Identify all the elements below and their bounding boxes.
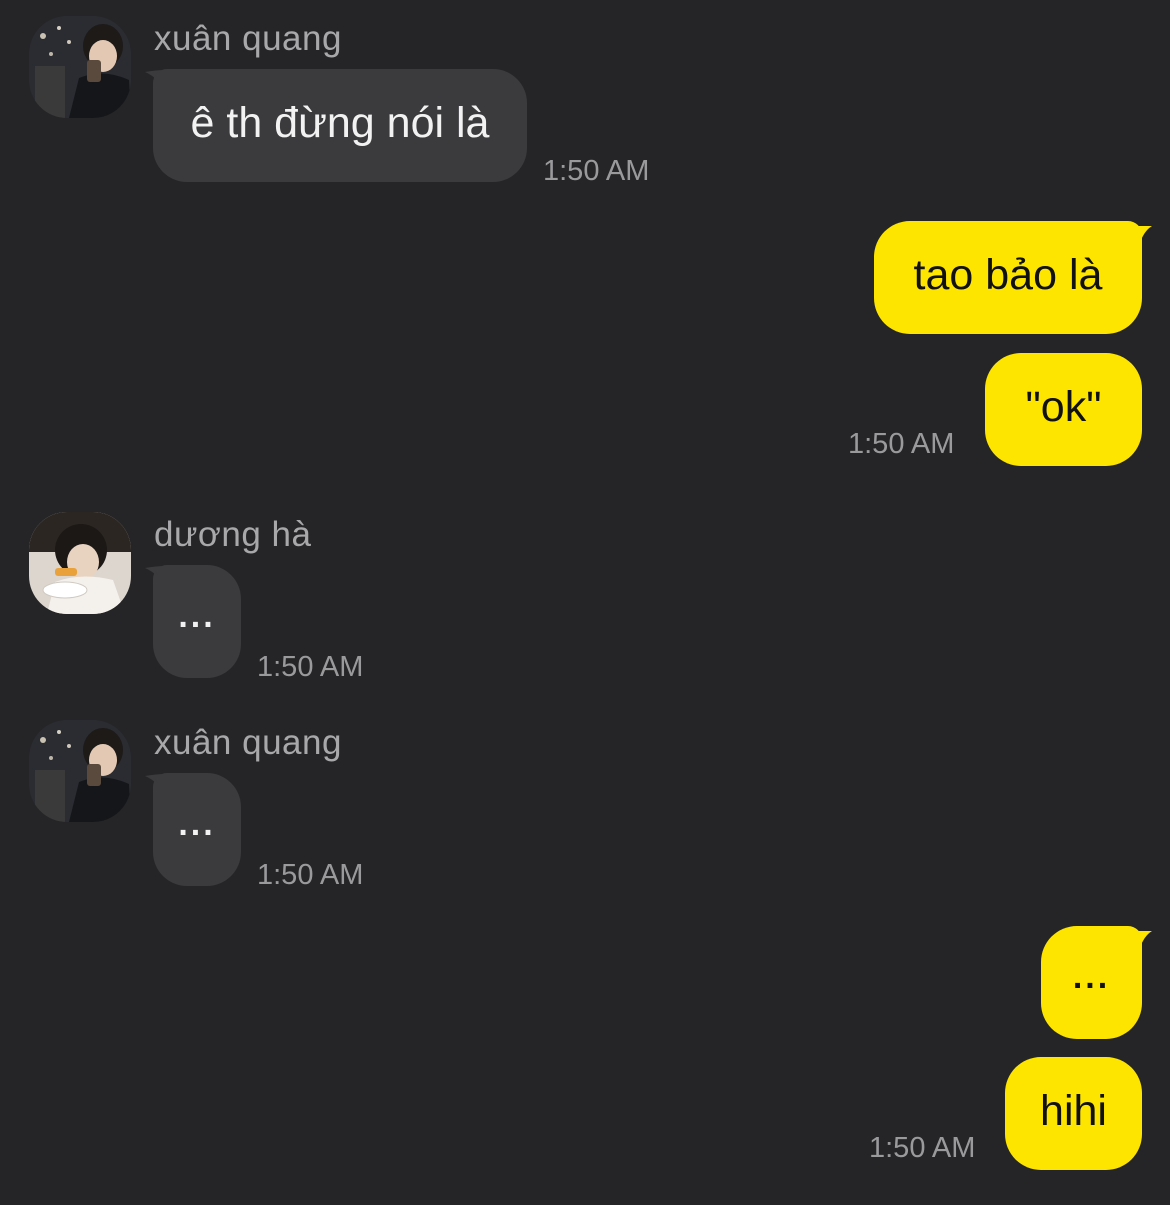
user-avatar-icon bbox=[29, 512, 131, 614]
message-text: tao bảo là bbox=[913, 251, 1103, 299]
avatar-xuan-quang[interactable] bbox=[29, 720, 131, 822]
avatar-duong-ha[interactable] bbox=[29, 512, 131, 614]
message-text: ... bbox=[1072, 957, 1111, 996]
message-timestamp: 1:50 AM bbox=[543, 155, 650, 187]
message-bubble[interactable]: ... bbox=[153, 565, 241, 678]
message-bubble[interactable]: ê th đừng nói là bbox=[153, 69, 527, 182]
message-text: hihi bbox=[1040, 1087, 1107, 1135]
message-bubble[interactable]: hihi bbox=[1005, 1057, 1142, 1170]
sender-name: xuân quang bbox=[154, 723, 342, 762]
sender-name: xuân quang bbox=[154, 19, 342, 58]
message-timestamp: 1:50 AM bbox=[257, 859, 364, 891]
message-timestamp: 1:50 AM bbox=[257, 651, 364, 683]
message-timestamp: 1:50 AM bbox=[869, 1132, 976, 1164]
message-bubble[interactable]: ... bbox=[153, 773, 241, 886]
user-avatar-icon bbox=[29, 720, 131, 822]
avatar-xuan-quang[interactable] bbox=[29, 16, 131, 118]
message-bubble[interactable]: "ok" bbox=[985, 353, 1142, 466]
message-timestamp: 1:50 AM bbox=[848, 428, 955, 460]
message-bubble[interactable]: tao bảo là bbox=[874, 221, 1142, 334]
user-avatar-icon bbox=[29, 16, 131, 118]
message-text: ... bbox=[178, 596, 216, 635]
message-text: ê th đừng nói là bbox=[190, 99, 490, 147]
message-text: ... bbox=[178, 804, 216, 843]
message-text: "ok" bbox=[1025, 383, 1102, 431]
message-bubble[interactable]: ... bbox=[1041, 926, 1142, 1039]
sender-name: dương hà bbox=[154, 515, 312, 554]
